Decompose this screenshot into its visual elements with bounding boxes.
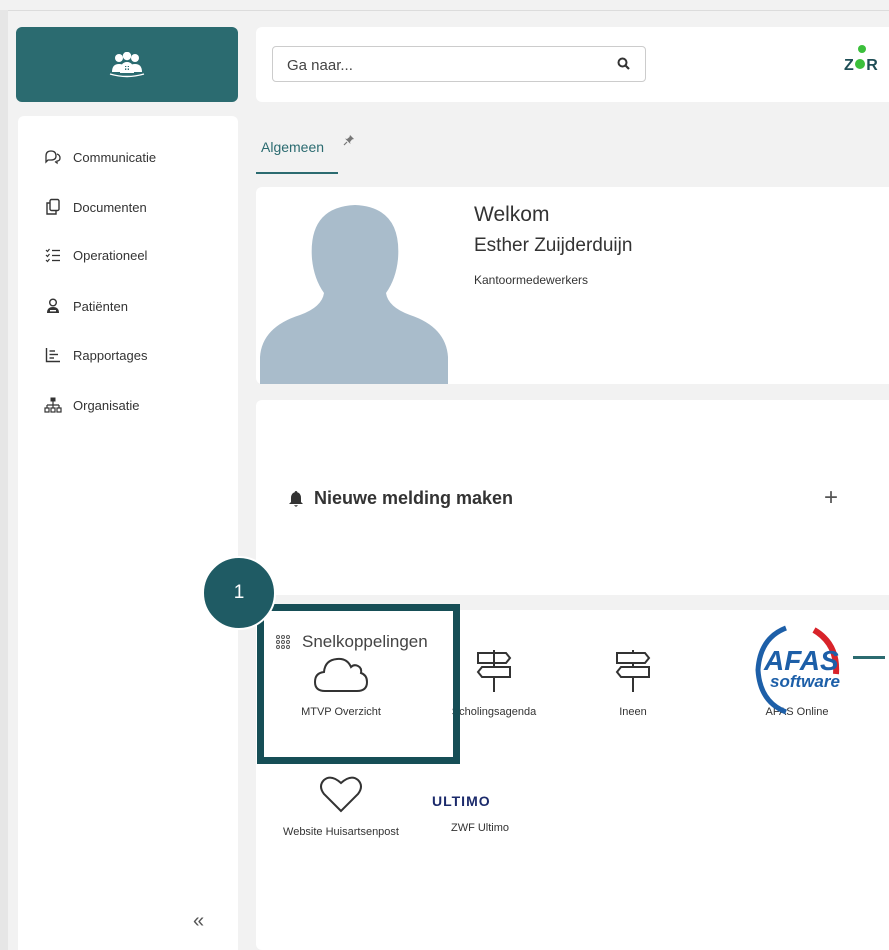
shortcut-label: MTVP Overzicht — [301, 706, 381, 718]
top-divider — [0, 10, 889, 11]
org-chart-icon — [44, 396, 62, 414]
notification-card: Nieuwe melding maken + — [256, 400, 889, 595]
shortcut-label: Scholingsagenda — [451, 706, 537, 718]
user-name: Esther Zuijderduijn — [474, 235, 633, 256]
search-icon[interactable] — [617, 57, 631, 76]
brand-o-icon — [855, 59, 866, 69]
add-notification-icon[interactable]: + — [824, 484, 838, 512]
tab-active-indicator — [256, 172, 338, 174]
patient-icon — [44, 297, 62, 315]
checklist-icon — [44, 246, 62, 264]
team-logo-icon — [109, 51, 145, 77]
collapse-sidebar-button[interactable]: « — [193, 910, 204, 933]
svg-text:software: software — [770, 672, 840, 691]
sidebar-item-documenten[interactable]: Documenten — [44, 196, 147, 218]
welcome-title: Welkom — [474, 203, 550, 226]
new-notification-button[interactable]: Nieuwe melding maken — [288, 488, 513, 509]
sidebar-item-organisatie[interactable]: Organisatie — [44, 394, 139, 416]
sidebar-item-label: Documenten — [73, 199, 147, 215]
pin-icon[interactable] — [343, 133, 355, 151]
sidebar-item-label: Patiënten — [73, 298, 128, 314]
tab-algemeen[interactable]: Algemeen — [261, 139, 324, 155]
signpost-icon — [615, 650, 651, 692]
annotation-step-badge: 1 — [202, 556, 276, 630]
shortcut-scholingsagenda[interactable]: Scholingsagenda — [429, 640, 559, 721]
sidebar-item-label: Organisatie — [73, 397, 140, 413]
cloud-icon — [313, 657, 369, 692]
shortcut-label: ZWF Ultimo — [450, 822, 510, 834]
notification-label: Nieuwe melding maken — [314, 488, 514, 508]
heart-icon — [320, 776, 362, 813]
user-role: Kantoormedewerkers — [474, 273, 589, 287]
shortcut-mtvp-overzicht[interactable]: MTVP Overzicht — [276, 640, 406, 721]
documents-icon — [44, 198, 62, 216]
search-placeholder: Ga naar... — [287, 57, 353, 74]
svg-text:ULTIMO: ULTIMO — [432, 793, 491, 809]
shortcut-label: Website Huisartsenpost — [283, 826, 399, 838]
scroll-indicator — [853, 656, 885, 659]
shortcut-label: Ineen — [619, 706, 647, 718]
brand-logo: ZR — [844, 45, 879, 75]
brand-letter: R — [866, 57, 879, 74]
shortcut-zwf-ultimo[interactable]: ULTIMO ZWF Ultimo — [415, 760, 545, 837]
sidebar-item-label: Operationeel — [73, 247, 148, 263]
afas-logo: AFAS software — [755, 625, 840, 715]
top-bar: Ga naar... ZR — [256, 27, 889, 102]
shortcut-website-huisartsenpost[interactable]: Website Huisartsenpost — [276, 760, 406, 841]
chat-icon — [44, 148, 62, 166]
brand-dot-icon — [858, 45, 866, 53]
app-logo-tile[interactable] — [16, 27, 238, 102]
sidebar-item-rapportages[interactable]: Rapportages — [44, 344, 147, 366]
sidebar: Communicatie Documenten Operationeel Pat… — [18, 116, 238, 950]
window-edge — [0, 10, 8, 950]
signpost-icon — [476, 650, 512, 692]
shortcut-afas-online[interactable]: AFAS software AFAS Online — [732, 625, 862, 721]
welcome-card: Welkom Esther Zuijderduijn Kantoormedewe… — [256, 187, 889, 384]
avatar — [260, 205, 448, 384]
sidebar-item-label: Communicatie — [73, 149, 157, 165]
ultimo-logo: ULTIMO — [432, 793, 491, 809]
search-input[interactable]: Ga naar... — [272, 46, 646, 82]
sidebar-item-operationeel[interactable]: Operationeel — [44, 244, 147, 266]
sidebar-item-communicatie[interactable]: Communicatie — [44, 146, 156, 168]
sidebar-item-label: Rapportages — [73, 347, 148, 363]
report-icon — [44, 346, 62, 364]
bell-icon — [289, 490, 303, 507]
brand-letter: Z — [844, 57, 855, 74]
shortcuts-card: Snelkoppelingen MTVP Overzicht Scholings… — [256, 610, 889, 950]
sidebar-item-patienten[interactable]: Patiënten — [44, 295, 128, 317]
shortcut-ineen[interactable]: Ineen — [568, 640, 698, 721]
